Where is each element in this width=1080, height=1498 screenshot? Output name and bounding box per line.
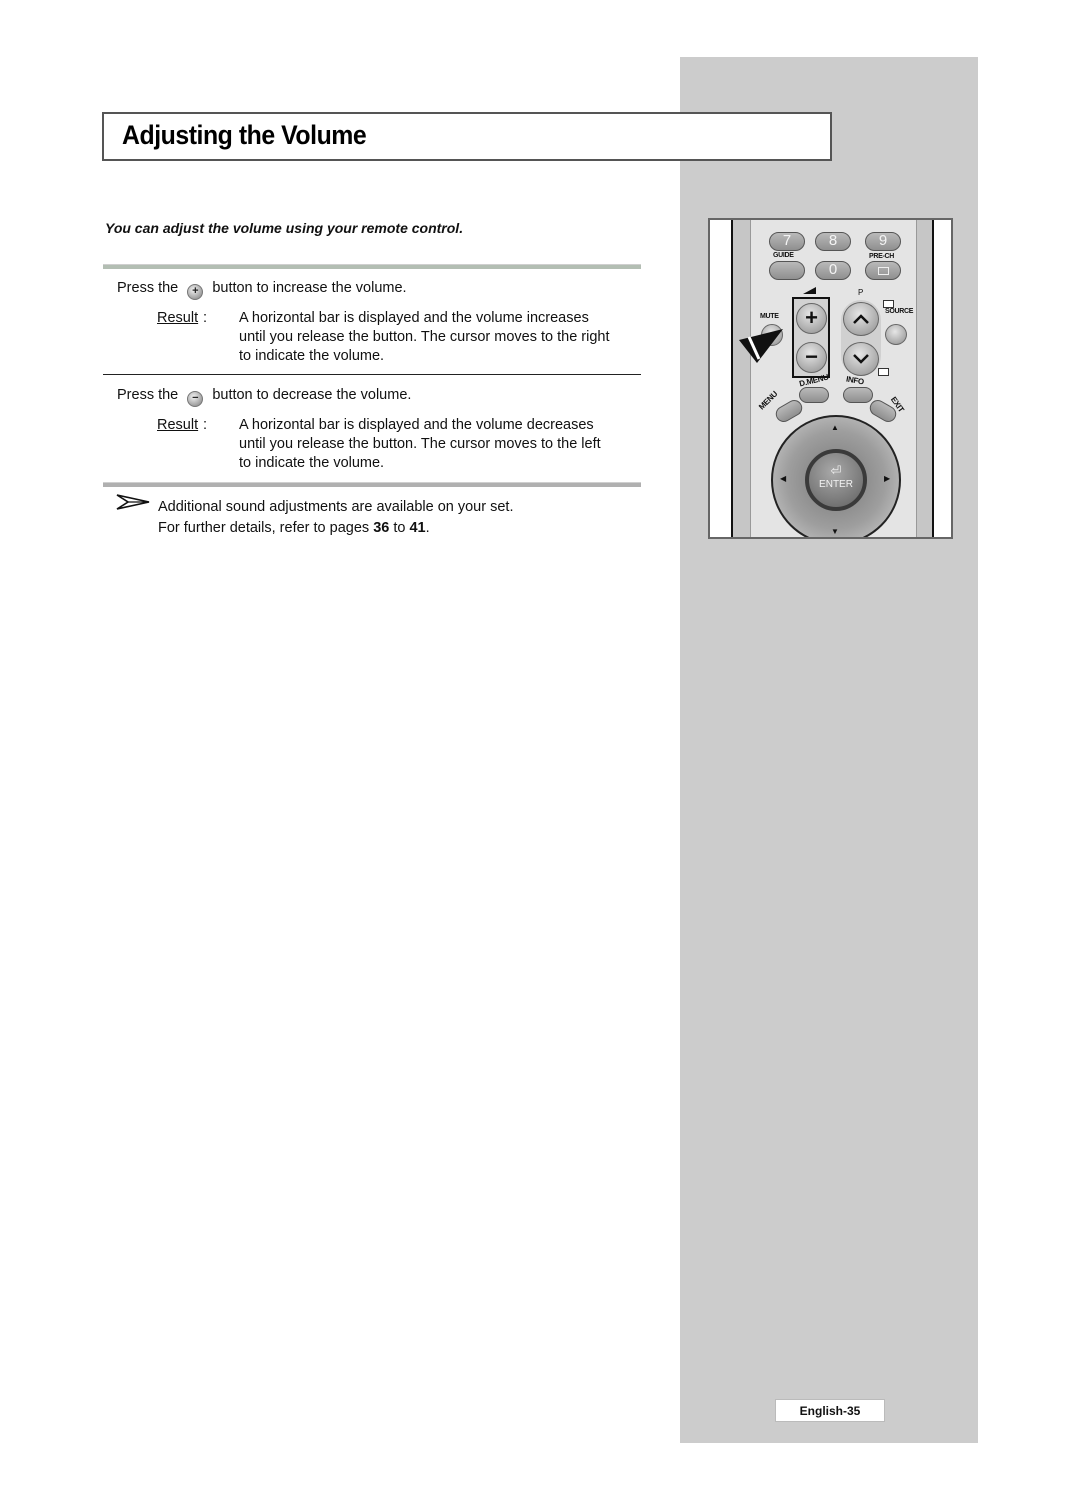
teletext-hold-icon xyxy=(878,368,889,376)
intro-text: You can adjust the volume using your rem… xyxy=(105,220,464,236)
divider-bottom xyxy=(103,482,641,487)
volume-buttons-highlight: + − xyxy=(792,297,830,378)
button-0: 0 xyxy=(815,261,851,280)
source-label: SOURCE xyxy=(885,308,914,315)
result-label: Result xyxy=(157,417,199,433)
chevron-up-icon xyxy=(853,314,869,324)
arrow-pointer-icon xyxy=(116,494,150,510)
volume-up-button: + xyxy=(796,303,827,334)
remote-face: 7 8 9 GUIDE PRE-CH 0 P + − SOURCE MUTE D… xyxy=(739,220,917,537)
page-ref-from[interactable]: 36 xyxy=(373,520,389,536)
teletext-small-icon xyxy=(883,300,894,308)
result-line: until you release the button. The cursor… xyxy=(239,329,610,345)
arrow-down-icon: ▼ xyxy=(831,527,839,536)
title-box: Adjusting the Volume xyxy=(102,112,832,161)
volume-down-button-icon: − xyxy=(187,391,204,407)
channel-down-button xyxy=(843,342,879,376)
note-line-1: Additional sound adjustments are availab… xyxy=(158,499,514,515)
remote-body: 7 8 9 GUIDE PRE-CH 0 P + − SOURCE MUTE D… xyxy=(731,220,934,537)
press-suffix: button to decrease the volume. xyxy=(212,387,412,403)
button-8: 8 xyxy=(815,232,851,251)
enter-icon: ⏎ xyxy=(830,463,842,478)
dmenu-button xyxy=(799,387,829,403)
press-prefix: Press the xyxy=(117,387,179,403)
info-button xyxy=(843,387,873,403)
result-line: A horizontal bar is displayed and the vo… xyxy=(239,310,589,326)
button-7: 7 xyxy=(769,232,805,251)
channel-track xyxy=(841,300,881,376)
guide-label: GUIDE xyxy=(773,252,794,259)
result-text-decrease: A horizontal bar is displayed and the vo… xyxy=(239,416,639,473)
step-decrease: Press the − button to decrease the volum… xyxy=(117,387,411,407)
pointer-arrow-icon xyxy=(739,329,783,363)
remote-illustration: 7 8 9 GUIDE PRE-CH 0 P + − SOURCE MUTE D… xyxy=(708,218,953,539)
channel-up-button xyxy=(843,302,879,336)
navigation-pad: ▲ ▼ ◀ ▶ ⏎ ENTER xyxy=(771,415,901,537)
result-line: A horizontal bar is displayed and the vo… xyxy=(239,417,594,433)
press-suffix: button to increase the volume. xyxy=(212,280,407,296)
note-line-2: For further details, refer to pages 36 t… xyxy=(158,520,430,536)
arrow-up-icon: ▲ xyxy=(831,423,839,432)
page-number: English-35 xyxy=(775,1399,885,1422)
enter-label: ENTER xyxy=(819,479,853,490)
volume-wedge-icon xyxy=(803,287,816,294)
info-label: INFO xyxy=(845,374,865,387)
p-label: P xyxy=(858,288,864,297)
page-title: Adjusting the Volume xyxy=(122,120,367,150)
result-label: Result xyxy=(157,310,199,326)
divider-middle xyxy=(103,374,641,375)
result-colon: : xyxy=(203,417,208,433)
divider-top xyxy=(103,264,641,269)
prech-label: PRE-CH xyxy=(869,253,895,260)
page-ref-to[interactable]: 41 xyxy=(409,520,425,536)
result-colon: : xyxy=(203,310,208,326)
teletext-icon xyxy=(877,267,889,275)
mute-label: MUTE xyxy=(760,313,779,320)
press-prefix: Press the xyxy=(117,280,179,296)
source-button xyxy=(885,324,907,345)
arrow-right-icon: ▶ xyxy=(884,474,891,483)
result-line: until you release the button. The cursor… xyxy=(239,436,601,452)
arrow-left-icon: ◀ xyxy=(780,474,787,483)
step-increase: Press the + button to increase the volum… xyxy=(117,280,407,300)
result-line: to indicate the volume. xyxy=(239,348,385,364)
result-text-increase: A horizontal bar is displayed and the vo… xyxy=(239,309,639,366)
result-line: to indicate the volume. xyxy=(239,455,385,471)
enter-button: ⏎ ENTER xyxy=(805,449,867,511)
guide-button xyxy=(769,261,805,280)
prech-button xyxy=(865,261,901,280)
button-9: 9 xyxy=(865,232,901,251)
chevron-down-icon xyxy=(853,354,869,364)
menu-label: MENU xyxy=(757,389,780,412)
volume-down-button: − xyxy=(796,342,827,373)
note-text: Additional sound adjustments are availab… xyxy=(158,497,513,539)
volume-up-button-icon: + xyxy=(187,284,204,300)
menu-button xyxy=(772,397,806,425)
